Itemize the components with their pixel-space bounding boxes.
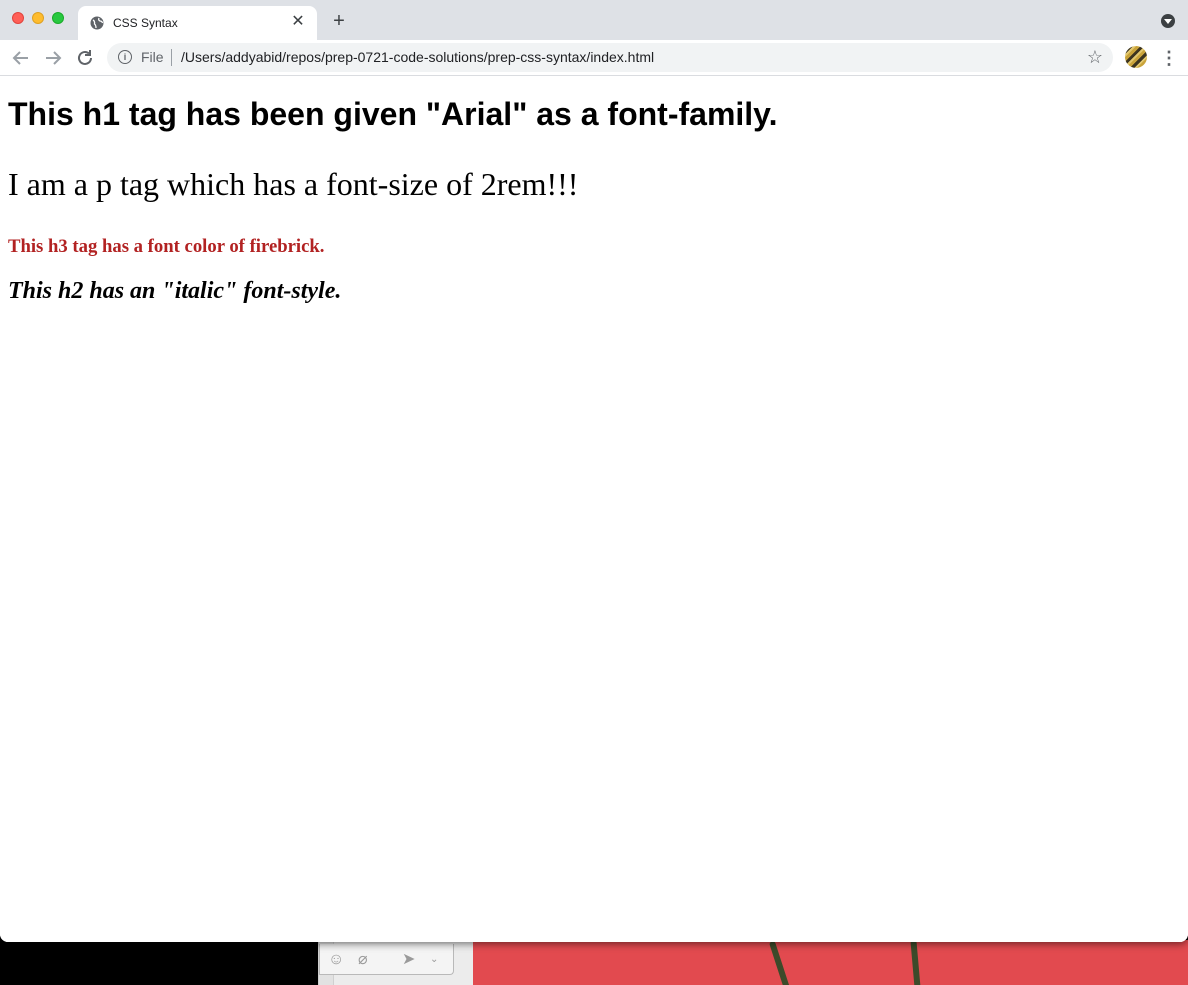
page-heading-h2: This h2 has an "italic" font-style. xyxy=(8,278,342,304)
reload-icon[interactable] xyxy=(73,46,97,70)
desktop-background-right xyxy=(473,940,1188,985)
background-composer-box: ☺ ⌀ ➤ ⌄ xyxy=(319,944,454,975)
page-content: This h1 tag has been given "Arial" as a … xyxy=(0,76,1188,942)
chevron-down-icon: ⌄ xyxy=(430,954,439,965)
background-app-composer: ☺ ⌀ ➤ ⌄ xyxy=(318,940,474,985)
avatar[interactable] xyxy=(1125,46,1147,68)
star-icon[interactable]: ☆ xyxy=(1087,47,1103,67)
globe-icon xyxy=(90,16,104,30)
tab-close-icon[interactable]: ✕ xyxy=(289,13,307,31)
browser-toolbar: i File /Users/addyabid/repos/prep-0721-c… xyxy=(0,40,1188,76)
url-text[interactable]: /Users/addyabid/repos/prep-0721-code-sol… xyxy=(181,49,654,66)
emoji-icon: ☺ xyxy=(328,951,345,968)
omnibox-divider xyxy=(171,49,172,66)
attachment-icon: ⌀ xyxy=(358,951,368,968)
back-arrow-icon[interactable] xyxy=(9,46,33,70)
tab-search-icon[interactable] xyxy=(1161,14,1175,28)
scheme-label: File xyxy=(141,49,164,65)
forward-arrow-icon[interactable] xyxy=(41,46,65,70)
desktop-background-left xyxy=(0,940,318,985)
address-bar[interactable]: i File /Users/addyabid/repos/prep-0721-c… xyxy=(107,43,1113,72)
more-vert-icon[interactable]: ⋮ xyxy=(1160,46,1178,70)
tab-title: CSS Syntax xyxy=(113,16,178,30)
plant-stem-decoration xyxy=(910,940,922,985)
new-tab-button[interactable]: + xyxy=(329,11,349,31)
window-close-button[interactable] xyxy=(12,12,24,24)
plant-stem-decoration xyxy=(768,940,794,985)
window-maximize-button[interactable] xyxy=(52,12,64,24)
page-heading-h3: This h3 tag has a font color of firebric… xyxy=(8,236,325,257)
tab-strip: CSS Syntax ✕ + xyxy=(0,0,1188,40)
page-paragraph: I am a p tag which has a font-size of 2r… xyxy=(8,166,579,202)
tab-css-syntax[interactable]: CSS Syntax ✕ xyxy=(78,6,317,40)
browser-window: CSS Syntax ✕ + i File /Users/addyabid/re… xyxy=(0,0,1188,942)
send-icon: ➤ xyxy=(402,951,416,968)
page-heading-h1: This h1 tag has been given "Arial" as a … xyxy=(8,96,778,132)
window-minimize-button[interactable] xyxy=(32,12,44,24)
info-icon[interactable]: i xyxy=(118,50,132,64)
